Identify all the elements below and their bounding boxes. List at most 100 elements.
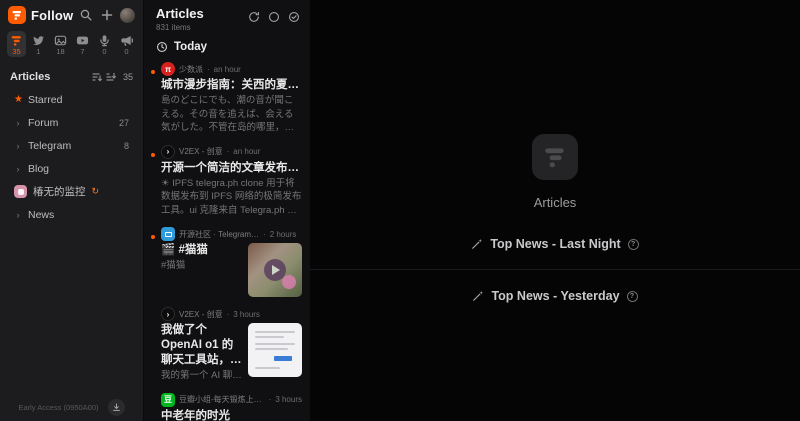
today-label: Today — [174, 41, 207, 53]
entry-list: Articles 831 items — [143, 0, 310, 421]
microphone-icon — [98, 34, 111, 47]
folder-unread-count: 8 — [124, 141, 129, 151]
sidebar-section-header: Articles 35 — [0, 62, 143, 88]
help-icon[interactable]: ? — [628, 239, 639, 250]
daily-report-yesterday[interactable]: Top News - Yesterday ? — [472, 284, 637, 308]
unread-only-toggle-icon[interactable] — [267, 10, 280, 23]
entry-title: 我做了个 OpenAI o1 的聊天工具站，给大家免费试用 — [161, 323, 242, 368]
bird-icon — [32, 34, 45, 47]
entry-list-count: 831 items — [156, 23, 204, 32]
tab-pictures[interactable]: 18 — [51, 31, 70, 57]
meta-separator: · — [263, 230, 266, 239]
daily-report-last-night[interactable]: Top News - Last Night ? — [471, 232, 638, 256]
sidebar-item-feed-monitor[interactable]: 椿无的监控 ↻ — [4, 180, 139, 203]
tab-count: 0 — [102, 48, 106, 56]
unread-dot — [151, 153, 155, 157]
meta-separator: · — [269, 395, 272, 404]
entry-time: an hour — [233, 147, 260, 156]
entry-item[interactable]: 豆 豆瓣小组-每天锻炼上床N小时我们一起聊… · 3 hours 中老年的时光 … — [144, 388, 310, 421]
articles-view-icon — [10, 34, 23, 47]
daily-report-label: Top News - Yesterday — [491, 289, 619, 303]
entry-feed-name: 豆瓣小组-每天锻炼上床N小时我们一起聊… — [179, 394, 265, 405]
tab-count: 1 — [36, 48, 40, 56]
tab-notifications[interactable]: 0 — [117, 31, 136, 57]
app-name: Follow — [31, 8, 73, 23]
magic-wand-icon — [471, 238, 483, 250]
follow-logo-glyph-gray — [542, 144, 568, 170]
sidebar-item-news[interactable]: › News — [4, 203, 139, 226]
sort-order-icon[interactable] — [106, 72, 116, 82]
picture-icon — [54, 34, 67, 47]
chevron-right-icon: › — [14, 164, 22, 174]
entry-title: 城市漫步指南：关西的夏日重现 — [161, 78, 302, 93]
entry-item[interactable]: › V2EX - 创意 · an hour 开源一个简洁的文章发布平台 ☀ IP… — [144, 140, 310, 223]
version-label: Early Access (0950A00) — [18, 403, 98, 412]
chevron-right-icon: › — [14, 210, 22, 220]
sidebar-item-label: Telegram — [28, 140, 118, 152]
entry-description: 島のどこにでも、潮の音が聞こえる。その音を追えば、会える気がした。不管在岛的哪里… — [161, 94, 302, 135]
entry-description: 我的第一个 AI 聊天站上… — [161, 369, 242, 383]
tab-count: 35 — [12, 48, 20, 56]
entry-item[interactable]: › V2EX - 创意 · 3 hours 我做了个 OpenAI o1 的聊天… — [144, 302, 310, 388]
unread-dot — [151, 70, 155, 74]
megaphone-icon — [120, 34, 133, 47]
entry-thumbnail-screenshot[interactable] — [248, 323, 302, 377]
sidebar-item-blog[interactable]: › Blog — [4, 157, 139, 180]
sidebar-item-forum[interactable]: › Forum 27 — [4, 111, 139, 134]
help-icon[interactable]: ? — [627, 291, 638, 302]
feed-avatar-v2ex: › — [161, 145, 175, 159]
sidebar-section-title: Articles — [10, 71, 88, 83]
tab-articles[interactable]: 35 — [7, 31, 26, 57]
sidebar-footer: Early Access (0950A00) — [0, 399, 143, 416]
mark-all-read-icon[interactable] — [287, 10, 300, 23]
sort-by-count-icon[interactable] — [92, 72, 102, 82]
entry-feed-name: 少数派 — [179, 64, 203, 75]
folder-unread-count: 27 — [119, 118, 129, 128]
feed-avatar-v2ex: › — [161, 307, 175, 321]
entry-description: #猫猫 — [161, 259, 242, 273]
entry-time: 2 hours — [270, 230, 297, 239]
entry-item[interactable]: 开源社区 · Telegram… · 2 hours 🎬 #猫猫 #猫猫 — [144, 222, 310, 302]
feed-avatar-douban: 豆 — [161, 393, 175, 407]
entry-thumbnail-video[interactable] — [248, 243, 302, 297]
entry-title: 开源一个简洁的文章发布平台 — [161, 161, 302, 176]
feed-avatar-telegram — [161, 227, 175, 241]
add-subscription-icon[interactable] — [99, 7, 115, 23]
play-icon — [264, 259, 286, 281]
entry-list-header: Articles 831 items — [144, 0, 310, 34]
sidebar: Follow 35 — [0, 0, 143, 421]
star-icon: ★ — [14, 94, 22, 105]
entry-time: 3 hours — [275, 395, 302, 404]
section-divider — [310, 269, 800, 270]
magic-wand-icon — [472, 290, 484, 302]
download-icon — [112, 403, 121, 412]
download-app-button[interactable] — [108, 399, 125, 416]
refresh-icon[interactable] — [247, 10, 260, 23]
chevron-right-icon: › — [14, 118, 22, 128]
user-avatar[interactable] — [120, 8, 135, 23]
feed-favicon — [14, 185, 27, 198]
chevron-right-icon: › — [14, 141, 22, 151]
entry-list-title: Articles — [156, 7, 204, 21]
entry-feed-name: V2EX - 创意 — [179, 146, 223, 157]
daily-report-label: Top News - Last Night — [490, 237, 620, 251]
sidebar-item-label: 椿无的监控 — [33, 184, 86, 199]
search-icon[interactable] — [78, 7, 94, 23]
meta-separator: · — [227, 147, 230, 156]
view-switcher: 35 1 18 7 — [0, 28, 143, 62]
sidebar-item-label: Starred — [28, 94, 129, 106]
entry-content-panel: Articles Top News - Last Night ? Top New… — [310, 0, 800, 421]
tab-audio[interactable]: 0 — [95, 31, 114, 57]
sidebar-item-starred[interactable]: ★ Starred — [4, 88, 139, 111]
tab-videos[interactable]: 7 — [73, 31, 92, 57]
unread-dot — [151, 235, 155, 239]
meta-separator: · — [227, 310, 230, 319]
follow-logo[interactable] — [8, 6, 26, 24]
sidebar-item-telegram[interactable]: › Telegram 8 — [4, 134, 139, 157]
entry-feed-name: V2EX - 创意 — [179, 309, 223, 320]
subscription-list: ★ Starred › Forum 27 › Telegram 8 › Blog… — [0, 88, 143, 226]
entry-item[interactable]: π 少数派 · an hour 城市漫步指南：关西的夏日重现 島のどこにでも、潮… — [144, 57, 310, 140]
sidebar-topbar: Follow — [0, 0, 143, 28]
app-window: Follow 35 — [0, 0, 800, 421]
tab-social-media[interactable]: 1 — [29, 31, 48, 57]
